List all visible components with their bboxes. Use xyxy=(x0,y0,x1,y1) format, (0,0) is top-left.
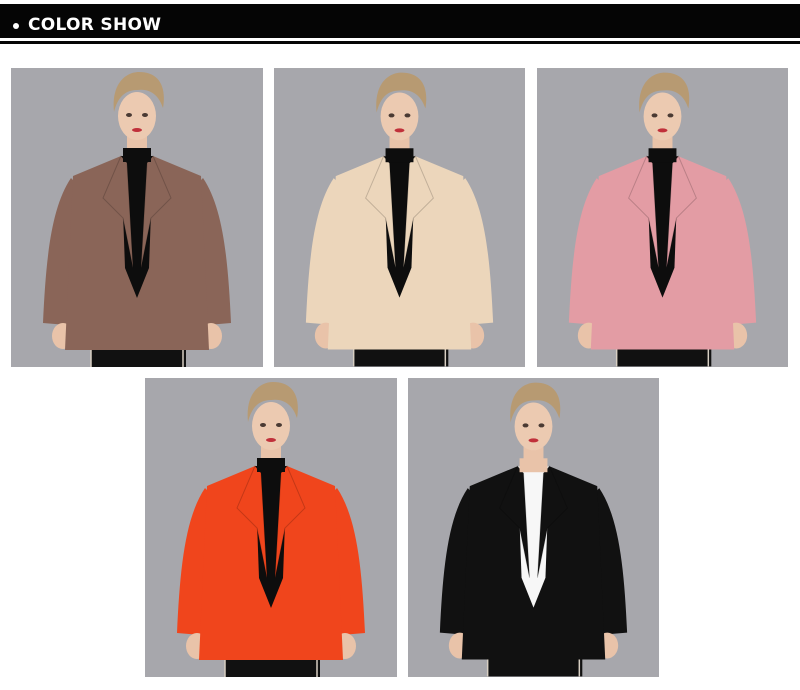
lips xyxy=(657,128,668,133)
product-photo-brown xyxy=(11,68,263,367)
left-eye xyxy=(388,113,395,118)
right-eye xyxy=(667,113,674,118)
header-divider xyxy=(0,41,800,44)
left-eye xyxy=(522,423,529,428)
collar xyxy=(648,148,677,163)
collar xyxy=(123,148,151,162)
product-photo-pink xyxy=(537,68,788,367)
product-photo-orange xyxy=(145,378,397,677)
section-title: COLOR SHOW xyxy=(28,15,162,35)
face xyxy=(643,92,682,141)
right-eye xyxy=(404,113,411,118)
model-orange xyxy=(145,378,397,677)
collar xyxy=(519,458,548,473)
right-eye xyxy=(276,423,282,427)
product-photo-black xyxy=(408,378,659,677)
face xyxy=(514,402,553,451)
collar xyxy=(385,148,414,163)
face xyxy=(118,92,156,140)
model-pink xyxy=(537,68,788,367)
left-eye xyxy=(260,423,266,427)
lips xyxy=(266,438,276,442)
face xyxy=(252,402,290,450)
face xyxy=(380,92,419,141)
model-beige xyxy=(274,68,525,367)
product-photo-beige xyxy=(274,68,525,367)
right-eye xyxy=(142,113,148,117)
lips xyxy=(394,128,405,133)
header-banner: COLOR SHOW xyxy=(0,4,800,38)
left-eye xyxy=(126,113,132,117)
right-eye xyxy=(538,423,545,428)
model-brown xyxy=(11,68,263,367)
bullet-icon xyxy=(13,23,19,29)
lips xyxy=(132,128,142,132)
model-black xyxy=(408,378,659,677)
collar xyxy=(257,458,285,472)
left-eye xyxy=(651,113,658,118)
lips xyxy=(528,438,539,443)
